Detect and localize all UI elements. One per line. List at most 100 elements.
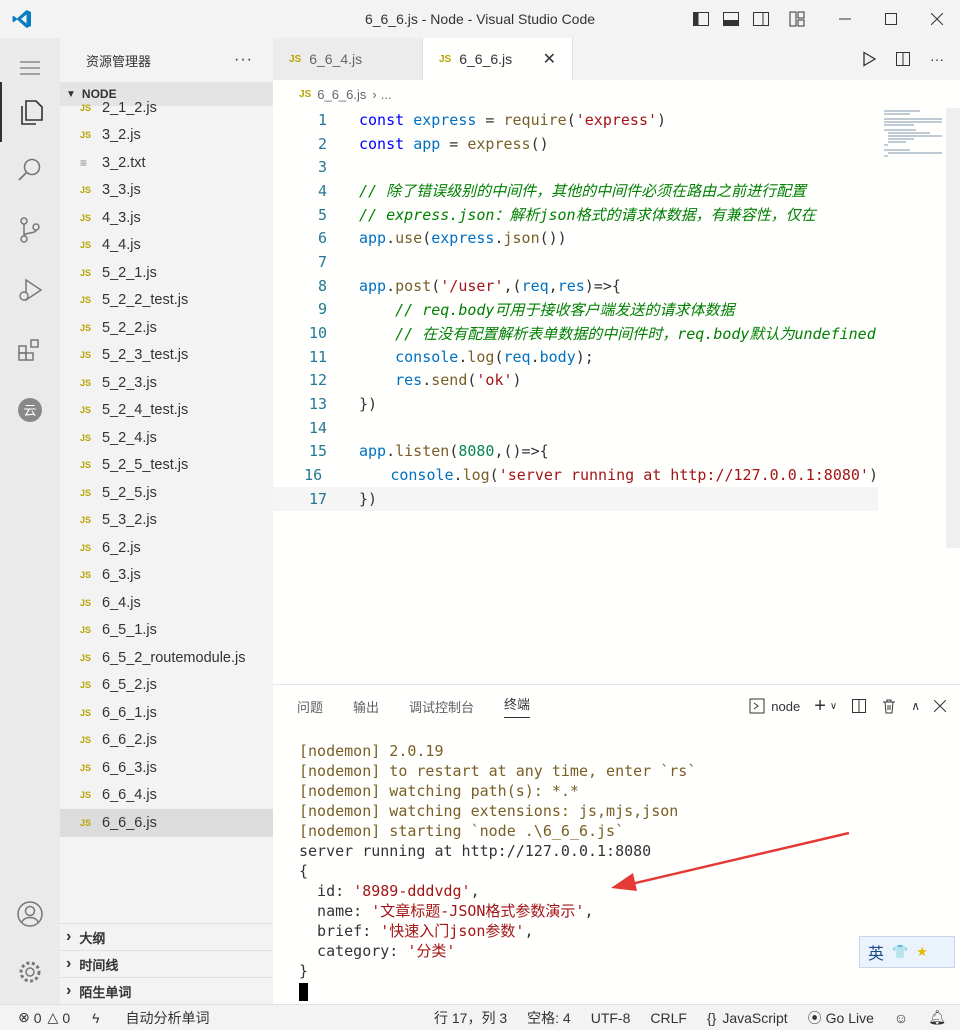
close-tab-icon[interactable]: ✕ xyxy=(543,49,556,69)
encoding[interactable]: UTF-8 xyxy=(591,1010,631,1026)
more-actions-icon[interactable]: ··· xyxy=(234,51,253,69)
line-content: app.post('/user',(req,res)=>{ xyxy=(327,277,621,295)
sidebar-section-时间线[interactable]: › 时间线 xyxy=(60,950,273,977)
file-item[interactable]: JS 4_4.js xyxy=(60,232,273,260)
code-line: 7 xyxy=(273,250,878,274)
file-item[interactable]: JS 5_2_2_test.js xyxy=(60,287,273,315)
cursor-position[interactable]: 行 17，列 3 xyxy=(434,1008,507,1028)
file-item[interactable]: JS 6_5_2.js xyxy=(60,672,273,700)
ime-indicator[interactable]: 英 👕 ★ xyxy=(859,936,955,968)
file-item[interactable]: JS 6_3.js xyxy=(60,562,273,590)
activity-bar: 云 xyxy=(0,38,60,1004)
code-token: 'ok' xyxy=(476,371,513,390)
warning-count: 0 xyxy=(62,1009,71,1026)
split-editor-icon[interactable] xyxy=(888,44,918,74)
panel-tab[interactable]: 输出 xyxy=(353,697,379,716)
terminal-line: [nodemon] watching extensions: js,mjs,js… xyxy=(299,801,696,821)
code-token: app xyxy=(359,229,387,248)
chevron-down-icon[interactable]: ∨ xyxy=(830,701,837,712)
feedback-icon[interactable]: ☺ xyxy=(894,1010,908,1026)
file-item[interactable]: JS 3_3.js xyxy=(60,177,273,205)
minimize-button[interactable] xyxy=(822,0,868,38)
code-line: 4 // 除了错误级别的中间件，其他的中间件必须在路由之前进行配置 xyxy=(273,179,878,203)
panel-tab[interactable]: 调试控制台 xyxy=(409,697,474,716)
file-item[interactable]: JS 5_2_3_test.js xyxy=(60,342,273,370)
file-item[interactable]: JS 6_5_1.js xyxy=(60,617,273,645)
file-item[interactable]: JS 6_2.js xyxy=(60,534,273,562)
file-name: 6_5_2_routemodule.js xyxy=(102,649,246,666)
line-number: 2 xyxy=(317,134,327,153)
code-line: 14 xyxy=(273,416,878,440)
code-token: '/user' xyxy=(440,276,504,295)
toggle-panel-icon[interactable] xyxy=(716,4,746,34)
sidebar-bottom-sections: › 大纲 › 时间线 › 陌生单词 xyxy=(60,923,273,1004)
editor-scrollbar[interactable] xyxy=(946,108,960,548)
toggle-sidebar-icon[interactable] xyxy=(686,4,716,34)
source-control-icon[interactable] xyxy=(0,200,60,260)
indentation[interactable]: 空格: 4 xyxy=(527,1008,571,1028)
file-item[interactable]: JS 5_2_4.js xyxy=(60,424,273,452)
terminal-text: server running at http://127.0.0.1:8080 xyxy=(299,842,652,860)
problems-status[interactable]: ⊗ 0 △ 0 xyxy=(18,1009,70,1026)
file-item[interactable]: JS 6_4.js xyxy=(60,589,273,617)
file-item[interactable]: JS 4_3.js xyxy=(60,204,273,232)
file-item[interactable]: {}package-lock.json xyxy=(60,837,273,843)
accounts-icon[interactable] xyxy=(0,884,60,944)
extensions-icon[interactable] xyxy=(0,320,60,380)
settings-gear-icon[interactable] xyxy=(0,942,60,1002)
file-item[interactable]: JS 6_6_3.js xyxy=(60,754,273,782)
ime-language: 英 xyxy=(868,946,885,963)
language-mode[interactable]: {} JavaScript xyxy=(707,1010,788,1026)
search-icon[interactable] xyxy=(0,140,60,200)
maximize-button[interactable] xyxy=(868,0,914,38)
toggle-secondary-sidebar-icon[interactable] xyxy=(746,4,776,34)
editor-more-icon[interactable]: ··· xyxy=(922,44,952,74)
notifications-bell-icon[interactable]: 🔔︎ xyxy=(928,1009,946,1026)
file-item[interactable]: JS 5_2_4_test.js xyxy=(60,397,273,425)
file-item[interactable]: JS 6_6_6.js xyxy=(60,809,273,837)
customize-layout-icon[interactable] xyxy=(782,4,812,34)
file-item[interactable]: JS 6_5_2_routemodule.js xyxy=(60,644,273,672)
file-item[interactable]: JS 5_2_5_test.js xyxy=(60,452,273,480)
code-editor[interactable]: 1 const express = require('express') 2 cons… xyxy=(273,108,878,528)
editor-tab[interactable]: JS 6_6_6.js ✕ xyxy=(423,38,573,80)
file-item[interactable]: ≡ 3_2.txt xyxy=(60,149,273,177)
file-item[interactable]: JS 5_2_1.js xyxy=(60,259,273,287)
close-window-button[interactable] xyxy=(914,0,960,38)
file-item[interactable]: JS 3_2.js xyxy=(60,122,273,150)
panel-tab[interactable]: 问题 xyxy=(297,697,323,716)
new-terminal-icon[interactable]: + xyxy=(814,695,826,718)
editor-tab[interactable]: JS 6_6_4.js xyxy=(273,38,423,80)
file-item[interactable]: JS 5_3_2.js xyxy=(60,507,273,535)
go-live-button[interactable]: ⦿ Go Live xyxy=(808,1008,874,1028)
run-debug-icon[interactable] xyxy=(0,260,60,320)
minimap[interactable] xyxy=(880,108,950,158)
remote-explorer-icon[interactable]: 云 xyxy=(0,380,60,440)
breadcrumb-more[interactable]: ... xyxy=(381,87,392,102)
panel-tab[interactable]: 终端 xyxy=(504,694,531,718)
terminal-text: watching extensions: js,mjs,json xyxy=(380,802,679,820)
file-item[interactable]: JS 6_6_4.js xyxy=(60,782,273,810)
file-item[interactable]: JS 6_6_2.js xyxy=(60,727,273,755)
sidebar-section-大纲[interactable]: › 大纲 xyxy=(60,923,273,950)
run-icon[interactable] xyxy=(854,44,884,74)
maximize-panel-icon[interactable]: ∧ xyxy=(911,699,920,713)
file-item[interactable]: JS 2_1_2.js xyxy=(60,94,273,122)
file-name: 6_3.js xyxy=(102,567,141,584)
breadcrumb-file[interactable]: 6_6_6.js xyxy=(317,87,366,102)
line-ending[interactable]: CRLF xyxy=(650,1010,687,1026)
file-item[interactable]: JS 5_2_2.js xyxy=(60,314,273,342)
auto-analyze-status[interactable]: 自动分析单词 xyxy=(126,1008,210,1028)
file-item[interactable]: JS 6_6_1.js xyxy=(60,699,273,727)
lightning-icon[interactable]: ϟ xyxy=(92,1010,99,1026)
file-item[interactable]: JS 5_2_5.js xyxy=(60,479,273,507)
js-file-icon: JS xyxy=(80,652,92,663)
js-file-icon: JS xyxy=(80,267,92,278)
terminal-selector[interactable]: node xyxy=(749,698,800,714)
explorer-icon[interactable] xyxy=(0,82,60,142)
file-item[interactable]: JS 5_2_3.js xyxy=(60,369,273,397)
sidebar-section-陌生单词[interactable]: › 陌生单词 xyxy=(60,977,273,1004)
